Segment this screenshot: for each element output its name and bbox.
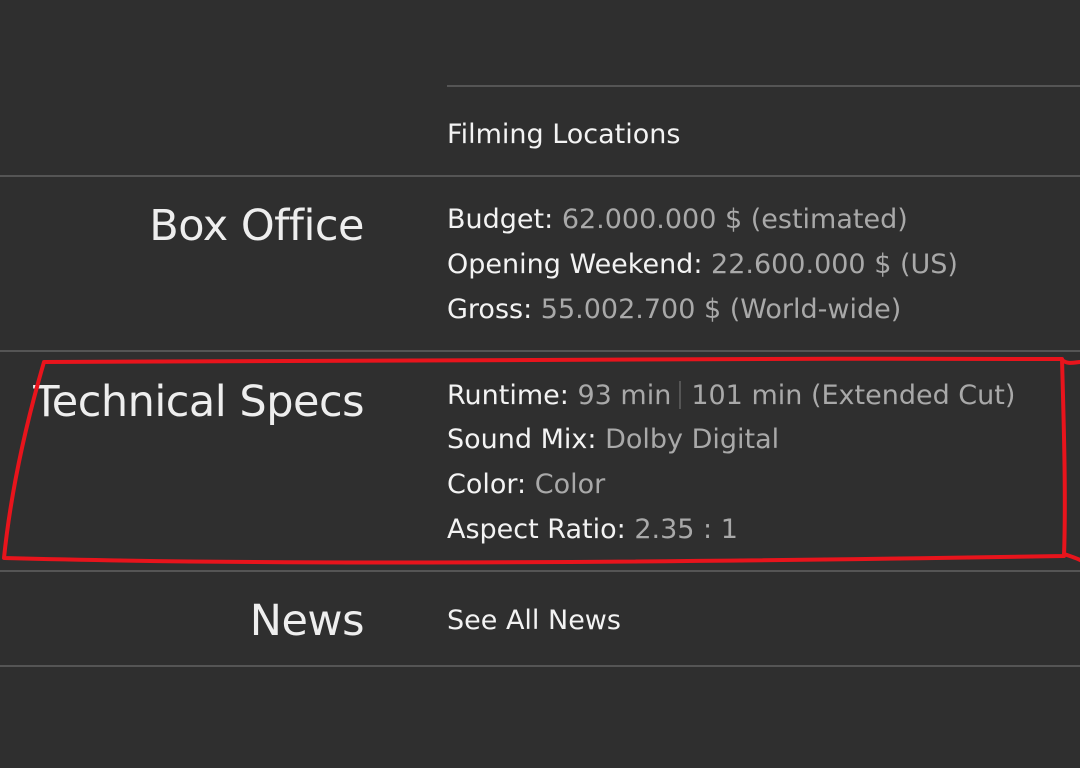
aspect-ratio-line: Aspect Ratio: 2.35 : 1	[447, 516, 738, 543]
aspect-ratio-label: Aspect Ratio:	[447, 514, 626, 545]
news-title: News	[249, 596, 365, 646]
filming-divider	[0, 175, 1080, 177]
aspect-ratio-value: 2.35 : 1	[634, 514, 738, 545]
gross-label: Gross:	[447, 294, 533, 325]
opening-weekend-line: Opening Weekend: 22.600.000 $ (US)	[447, 251, 958, 278]
sound-mix-value: Dolby Digital	[605, 424, 780, 455]
gross-value: 55.002.700 $ (World-wide)	[540, 294, 902, 325]
budget-line: Budget: 62.000.000 $ (estimated)	[447, 206, 908, 233]
color-label: Color:	[447, 469, 527, 500]
runtime-label: Runtime:	[447, 380, 569, 411]
runtime-value-standard: 93 min	[577, 380, 672, 411]
box-office-title: Box Office	[149, 201, 364, 251]
opening-weekend-label: Opening Weekend:	[447, 249, 703, 280]
opening-weekend-value: 22.600.000 $ (US)	[711, 249, 958, 280]
box-office-divider	[0, 350, 1080, 352]
color-value: Color	[534, 469, 606, 500]
sound-mix-line: Sound Mix: Dolby Digital	[447, 426, 779, 453]
budget-label: Budget:	[447, 204, 554, 235]
technical-specs-title: Technical Specs	[33, 377, 364, 427]
runtime-line: Runtime: 93 min 101 min (Extended Cut)	[447, 381, 1015, 409]
gross-line: Gross: 55.002.700 $ (World-wide)	[447, 296, 901, 323]
sound-mix-label: Sound Mix:	[447, 424, 597, 455]
technical-specs-divider	[0, 570, 1080, 572]
top-divider	[447, 85, 1080, 87]
filming-locations-label: Filming Locations	[447, 119, 681, 150]
see-all-news-link[interactable]: See All News	[447, 607, 621, 634]
news-divider	[0, 665, 1080, 667]
annotation-right-tail	[1062, 552, 1080, 562]
filming-locations-link[interactable]: Filming Locations	[447, 121, 680, 148]
color-line: Color: Color	[447, 471, 605, 498]
budget-value: 62.000.000 $ (estimated)	[561, 204, 908, 235]
annotation-right-stroke	[1060, 358, 1080, 365]
runtime-value-extended: 101 min (Extended Cut)	[691, 380, 1016, 411]
see-all-news-label: See All News	[447, 605, 621, 636]
runtime-separator	[679, 381, 682, 409]
